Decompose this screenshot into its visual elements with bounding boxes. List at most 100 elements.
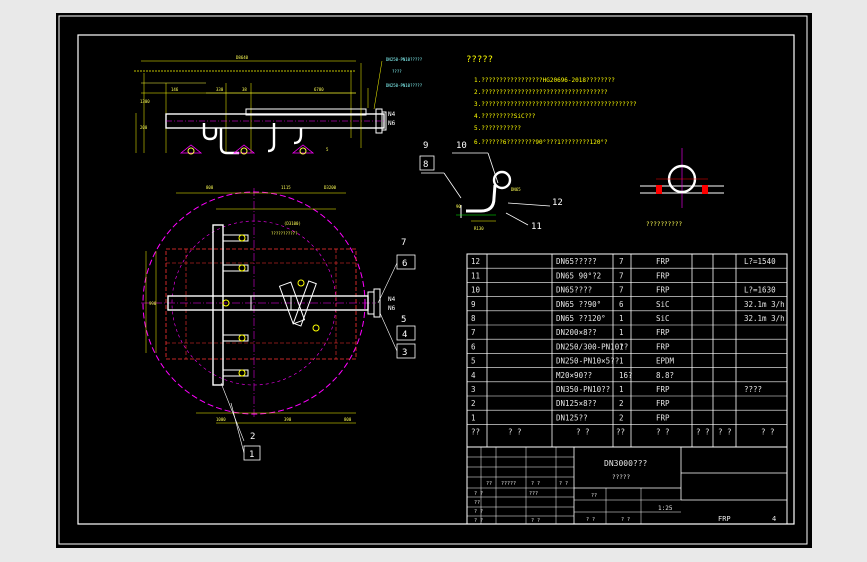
table-cell-name: DN250-PN10×5?? xyxy=(556,357,619,366)
svg-text:90: 90 xyxy=(456,204,461,209)
drawing-name: DN3000??? xyxy=(604,459,648,468)
svg-text:DN250-PN10?????: DN250-PN10????? xyxy=(386,57,423,62)
note-line: 6.??????6????????90°???1????????120°? xyxy=(474,139,608,146)
table-cell-no: 7 xyxy=(471,328,476,337)
parts-table: 12 DN65????? 7 FRP L?=154011 DN65 90°?2 7 FRP10… xyxy=(466,253,788,448)
tb-cell: ?? xyxy=(474,500,480,506)
table-cell-no: 11 xyxy=(471,271,480,280)
cad-viewport: D8640 146 330 38 6780 1300 200 5 DN250-P… xyxy=(0,0,867,562)
table-cell-material: FRP xyxy=(656,413,670,422)
notes-title: ????? xyxy=(466,55,493,65)
callout-8: 8 xyxy=(423,160,428,170)
table-cell-no: 3 xyxy=(471,385,476,394)
table-cell-name: DN250/300-PN10?? xyxy=(556,342,628,351)
svg-text:390: 390 xyxy=(284,417,292,422)
svg-text:????: ???? xyxy=(392,69,402,74)
callout-6: 6 xyxy=(402,259,407,269)
table-cell-no: 8 xyxy=(471,314,476,323)
table-cell-note: L?=1630 xyxy=(744,286,776,295)
table-cell-note: 32.1m 3/h xyxy=(744,300,785,309)
table-header-cell: ? ? xyxy=(696,428,710,437)
callout-4: 4 xyxy=(402,330,407,340)
table-cell-qty: 7 xyxy=(619,271,624,280)
tb-cell: ? ? xyxy=(531,518,540,524)
inner-frame xyxy=(77,34,795,525)
nozzle-label-n6: N6 xyxy=(388,120,396,127)
tb-cell: ? ? xyxy=(474,491,483,497)
table-cell-material: 8.8? xyxy=(656,371,674,380)
table-cell-note: 32.1m 3/h xyxy=(744,314,785,323)
table-cell-note: ???? xyxy=(744,385,762,394)
table-cell-name: DN65????? xyxy=(556,257,597,266)
tb-cell: ? ? xyxy=(531,481,540,487)
table-cell-material: SiC xyxy=(656,314,670,323)
table-cell-material: FRP xyxy=(656,342,670,351)
table-cell-no: 12 xyxy=(471,257,480,266)
callout-2: 2 xyxy=(250,432,255,442)
table-cell-name: DN65 ??90° xyxy=(556,300,601,309)
table-cell-qty: 2 xyxy=(619,413,624,422)
title-block: DN3000??? ????? 1:25 FRP 4 ? ? ?? ????? … xyxy=(466,446,788,525)
table-cell-qty: 2 xyxy=(619,399,624,408)
callout-3: 3 xyxy=(402,348,407,358)
callout-10: 10 xyxy=(456,141,467,151)
table-cell-no: 2 xyxy=(471,399,476,408)
table-header-cell: ? ? xyxy=(576,428,590,437)
note-line: 4.?????????SiC??? xyxy=(474,113,536,120)
drawing-sheet: D8640 146 330 38 6780 1300 200 5 DN250-P… xyxy=(56,13,812,548)
svg-text:800: 800 xyxy=(344,417,352,422)
scale-value: 1:25 xyxy=(658,505,673,512)
svg-text:1000: 1000 xyxy=(216,417,226,422)
note-line: 3.??????????????????????????????????????… xyxy=(474,101,637,108)
svg-text:146: 146 xyxy=(171,87,179,92)
table-cell-no: 1 xyxy=(471,413,476,422)
svg-text:???????????: ??????????? xyxy=(271,231,298,236)
svg-text:D8640: D8640 xyxy=(236,55,249,60)
svg-text:D3200: D3200 xyxy=(324,185,337,190)
tb-cell: ? ? xyxy=(621,517,630,523)
svg-text:330: 330 xyxy=(216,87,224,92)
svg-text:1115: 1115 xyxy=(281,185,291,190)
tb-cell: ? ? xyxy=(474,518,483,524)
table-cell-name: DN350-PN10?? xyxy=(556,385,610,394)
note-line: 5.??????????? xyxy=(474,125,521,132)
table-header-cell: ? ? xyxy=(761,428,775,437)
table-cell-no: 6 xyxy=(471,342,476,351)
table-cell-material: SiC xyxy=(656,300,670,309)
table-cell-qty: 16? xyxy=(619,371,633,380)
drawing-subtitle: ????? xyxy=(612,474,630,481)
outer-frame xyxy=(58,15,808,545)
tb-cell: ? ? xyxy=(559,481,568,487)
cross-section-detail: ?????????? xyxy=(640,148,724,228)
table-cell-no: 9 xyxy=(471,300,476,309)
table-cell-no: 5 xyxy=(471,357,476,366)
callout-12: 12 xyxy=(552,198,563,208)
tb-cell: ?? xyxy=(486,481,492,487)
svg-text:990: 990 xyxy=(149,301,157,306)
table-cell-note: L?=1540 xyxy=(744,257,776,266)
tb-cell: ????? xyxy=(501,481,516,487)
table-cell-name: M20×90?? xyxy=(556,371,592,380)
callout-5: 5 xyxy=(401,315,406,325)
table-header-cell: ? ? xyxy=(656,428,670,437)
table-cell-material: FRP xyxy=(656,286,670,295)
table-cell-no: 4 xyxy=(471,371,476,380)
table-cell-name: DN200×8?? xyxy=(556,328,597,337)
detail-caption: ?????????? xyxy=(646,221,683,228)
table-header-cell: ? ? xyxy=(508,428,522,437)
callout-7: 7 xyxy=(401,238,406,248)
svg-text:DN250-PN10?????: DN250-PN10????? xyxy=(386,83,423,88)
table-cell-name: DN65 90°?2 xyxy=(556,271,601,280)
table-cell-material: FRP xyxy=(656,399,670,408)
table-cell-name: DN65 ??120° xyxy=(556,314,606,323)
table-header-cell: ?? xyxy=(471,428,480,437)
table-cell-no: 10 xyxy=(471,286,481,295)
table-cell-material: FRP xyxy=(656,328,670,337)
note-line: 1.?????????????????HG20696-2018???????? xyxy=(474,77,615,84)
material-value: FRP xyxy=(718,515,731,523)
nozzle-detail: R130 DN65 90 9 10 8 12 11 xyxy=(419,141,563,232)
table-header-cell: ? ? xyxy=(718,428,732,437)
plan-view: N4 N6 808 1115 D3200 (D3100) ???????????… xyxy=(141,185,416,461)
tb-cell: ? ? xyxy=(474,509,483,515)
callout-11: 11 xyxy=(531,222,542,232)
